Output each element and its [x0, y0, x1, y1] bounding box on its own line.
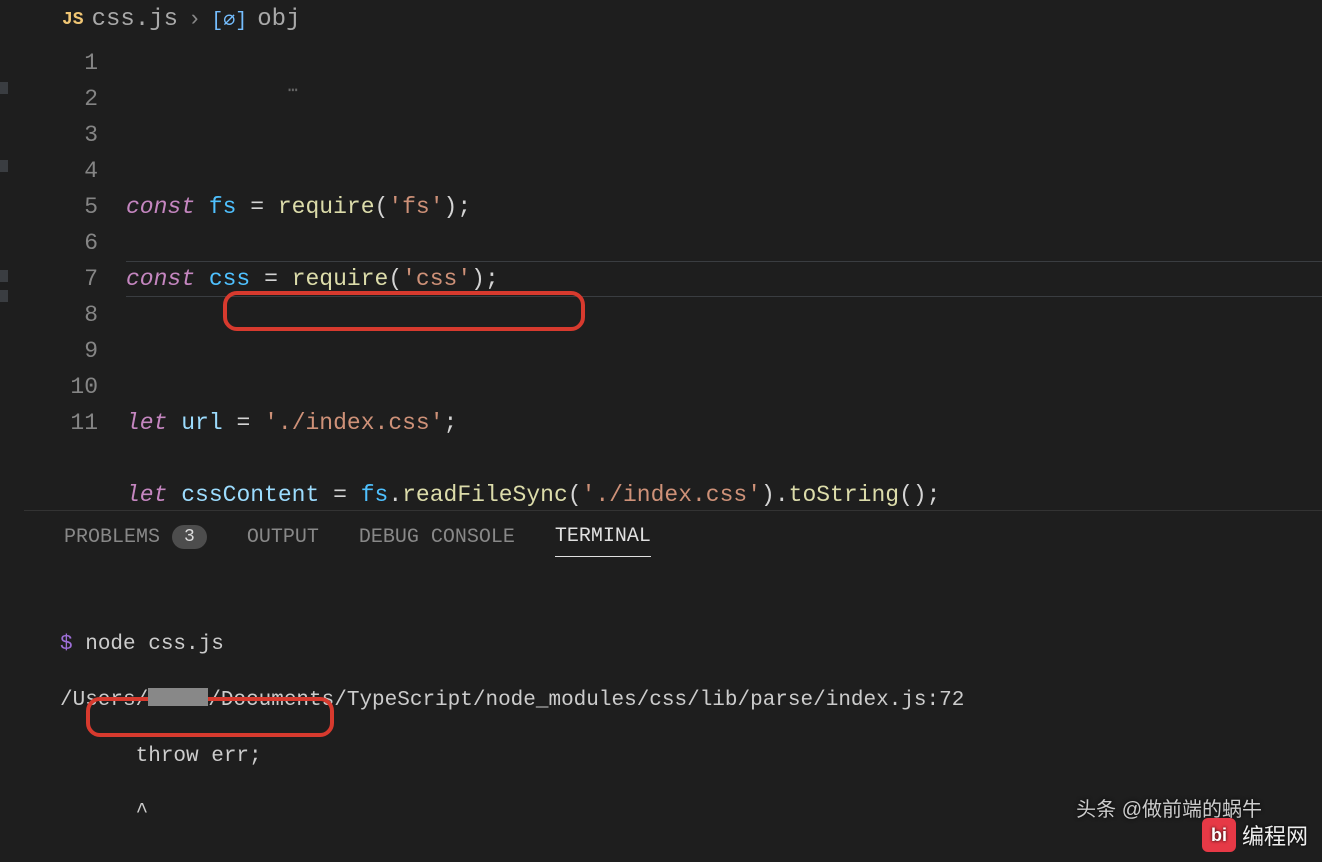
panel-tabs: PROBLEMS 3 OUTPUT DEBUG CONSOLE TERMINAL — [24, 511, 1322, 569]
method: readFileSync — [402, 482, 568, 508]
breadcrumb-file[interactable]: css.js — [92, 6, 178, 33]
line-numbers: 1 2 3 4 5 6 7 8 9 10 11 — [24, 43, 126, 510]
keyword: let — [126, 482, 167, 508]
line-number: 5 — [24, 189, 98, 225]
code-content[interactable]: ⋯ const fs = require('fs'); const css = … — [126, 43, 1322, 510]
variable: fs — [209, 194, 237, 220]
line-number: 8 — [24, 297, 98, 333]
tab-label: DEBUG CONSOLE — [359, 526, 515, 549]
punctuation: . — [388, 482, 402, 508]
keyword: const — [126, 194, 195, 220]
file-type-badge: JS — [62, 10, 84, 30]
line-number: 6 — [24, 225, 98, 261]
punctuation: ; — [444, 410, 458, 436]
line-number: 10 — [24, 369, 98, 405]
line-number: 1 — [24, 45, 98, 81]
change-marker — [0, 270, 8, 282]
redacted-text — [148, 688, 208, 706]
operator: = — [264, 266, 278, 292]
keyword: let — [126, 410, 167, 436]
string: 'css' — [402, 266, 471, 292]
line-number: 3 — [24, 117, 98, 153]
punctuation: ; — [457, 194, 471, 220]
prompt-symbol: $ — [60, 633, 73, 656]
breadcrumb-symbol[interactable]: obj — [257, 6, 300, 33]
terminal-text: /Users/ — [60, 689, 148, 712]
code-editor[interactable]: 1 2 3 4 5 6 7 8 9 10 11 ⋯ const fs = req… — [24, 43, 1322, 510]
variable: css — [209, 266, 250, 292]
line-number: 7 — [24, 261, 98, 297]
tab-label: PROBLEMS — [64, 526, 160, 549]
string: './index.css' — [582, 482, 761, 508]
punctuation: ; — [485, 266, 499, 292]
punctuation: . — [775, 482, 789, 508]
tab-debug-console[interactable]: DEBUG CONSOLE — [359, 525, 515, 557]
string: 'fs' — [388, 194, 443, 220]
change-marker — [0, 290, 8, 302]
punctuation: ; — [927, 482, 941, 508]
change-marker — [0, 160, 8, 172]
function-call: require — [292, 266, 389, 292]
code-hint-dots: ⋯ — [288, 73, 300, 109]
watermark-site: bi 编程网 — [1202, 818, 1308, 852]
tab-terminal[interactable]: TERMINAL — [555, 525, 651, 557]
terminal-text: /Documents/TypeScript/node_modules/css/l… — [208, 689, 964, 712]
tab-problems[interactable]: PROBLEMS 3 — [64, 525, 207, 557]
change-marker — [0, 82, 8, 94]
variable: url — [181, 410, 222, 436]
watermark-text: 编程网 — [1242, 819, 1308, 851]
method: toString — [789, 482, 899, 508]
variable: cssContent — [181, 482, 319, 508]
annotation-box — [223, 291, 585, 331]
operator: = — [250, 194, 264, 220]
operator: = — [236, 410, 250, 436]
line-number: 4 — [24, 153, 98, 189]
line-number: 9 — [24, 333, 98, 369]
line-number: 2 — [24, 81, 98, 117]
line-number: 11 — [24, 405, 98, 441]
tab-label: OUTPUT — [247, 526, 319, 549]
tab-output[interactable]: OUTPUT — [247, 525, 319, 557]
string: './index.css' — [264, 410, 443, 436]
terminal-text: throw err; — [60, 743, 1262, 771]
terminal-command: node css.js — [85, 633, 224, 656]
chevron-right-icon: › — [188, 7, 201, 32]
main-area: JS css.js › [⌀] obj 1 2 3 4 5 6 7 8 9 10… — [24, 0, 1322, 862]
tab-label: TERMINAL — [555, 525, 651, 548]
symbol-variable-icon: [⌀] — [211, 7, 247, 33]
watermark-logo-icon: bi — [1202, 818, 1236, 852]
object: fs — [361, 482, 389, 508]
function-call: require — [278, 194, 375, 220]
editor-gutter — [0, 0, 24, 862]
operator: = — [333, 482, 347, 508]
keyword: const — [126, 266, 195, 292]
breadcrumb[interactable]: JS css.js › [⌀] obj — [24, 0, 1322, 43]
problems-count-badge: 3 — [172, 525, 207, 549]
